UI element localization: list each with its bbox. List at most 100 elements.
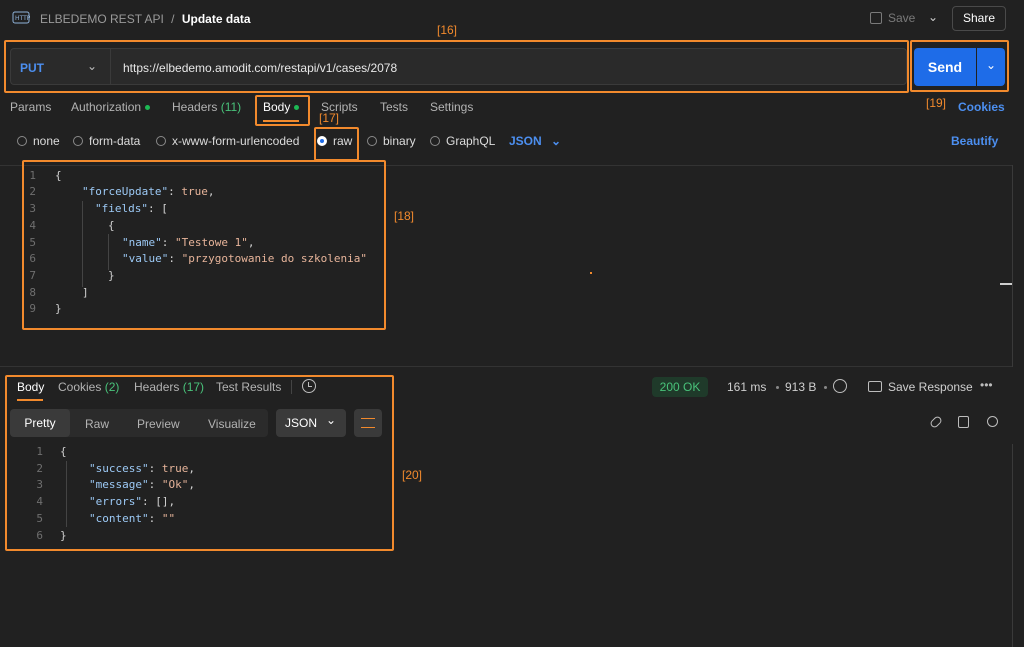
annotation-box-20 bbox=[5, 375, 394, 551]
code-line: "content": "" bbox=[89, 512, 175, 525]
language-select[interactable]: JSON ⌄ bbox=[509, 134, 561, 148]
save-options-chevron-icon[interactable]: ⌄ bbox=[928, 10, 938, 24]
json-value: "Testowe 1" bbox=[175, 236, 248, 249]
tab-settings[interactable]: Settings bbox=[430, 100, 473, 114]
radio-raw[interactable] bbox=[317, 136, 327, 146]
body-type-none[interactable]: none bbox=[33, 134, 60, 148]
radio-urlencoded[interactable] bbox=[156, 136, 166, 146]
status-badge[interactable]: 200 OK bbox=[652, 377, 708, 397]
network-globe-icon[interactable] bbox=[833, 379, 847, 393]
chevron-down-icon: ⌄ bbox=[551, 134, 562, 148]
response-size[interactable]: 913 B bbox=[785, 380, 816, 394]
body-type-graphql[interactable]: GraphQL bbox=[446, 134, 495, 148]
view-visualize[interactable]: Visualize bbox=[208, 417, 256, 431]
json-punct: : bbox=[168, 252, 182, 265]
tab-authorization[interactable]: Authorization bbox=[71, 100, 151, 114]
json-value: "przygotowanie do szkolenia" bbox=[181, 252, 368, 265]
view-preview[interactable]: Preview bbox=[137, 417, 180, 431]
url-input[interactable]: https://elbedemo.amodit.com/restapi/v1/c… bbox=[110, 48, 907, 85]
request-title[interactable]: Update data bbox=[182, 12, 251, 26]
view-pretty[interactable]: Pretty bbox=[10, 409, 70, 437]
response-tab-test-results[interactable]: Test Results bbox=[216, 380, 281, 394]
radio-graphql[interactable] bbox=[430, 136, 440, 146]
tab-tests[interactable]: Tests bbox=[380, 100, 408, 114]
body-type-form-data[interactable]: form-data bbox=[89, 134, 140, 148]
history-icon[interactable] bbox=[302, 379, 316, 393]
tab-headers[interactable]: Headers (11) bbox=[172, 100, 241, 114]
line-number: 1 bbox=[29, 169, 36, 182]
body-type-raw[interactable]: raw bbox=[333, 134, 352, 148]
save-response-button[interactable]: Save Response bbox=[868, 380, 973, 394]
editor-scrollbar[interactable] bbox=[1012, 165, 1013, 367]
response-tab-headers[interactable]: Headers (17) bbox=[134, 380, 204, 394]
search-icon[interactable] bbox=[987, 416, 998, 427]
line-number: 2 bbox=[29, 185, 36, 198]
breadcrumb-collection[interactable]: ELBEDEMO REST API bbox=[40, 12, 164, 26]
response-tab-body[interactable]: Body bbox=[17, 380, 44, 394]
json-value: "Ok" bbox=[161, 478, 189, 491]
tab-params[interactable]: Params bbox=[10, 100, 51, 114]
breadcrumb: ELBEDEMO REST API / Update data bbox=[40, 12, 251, 26]
code-line: "value": "przygotowanie do szkolenia" bbox=[122, 252, 367, 265]
wrap-lines-icon bbox=[361, 418, 375, 428]
response-scrollbar[interactable] bbox=[1012, 444, 1013, 647]
annotation-label-19: [19] bbox=[926, 96, 947, 110]
code-line: } bbox=[55, 302, 62, 315]
view-raw[interactable]: Raw bbox=[85, 417, 109, 431]
response-time[interactable]: 161 ms bbox=[727, 380, 766, 394]
line-number: 9 bbox=[29, 302, 36, 315]
cookies-link[interactable]: Cookies bbox=[958, 100, 1005, 114]
tab-body-label: Body bbox=[263, 100, 291, 114]
line-number: 3 bbox=[29, 202, 36, 215]
more-options-icon[interactable]: ••• bbox=[980, 378, 993, 392]
radio-binary[interactable] bbox=[367, 136, 377, 146]
indent-guide bbox=[82, 201, 83, 287]
indent-guide bbox=[108, 234, 109, 270]
annotation-label-20: [20] bbox=[402, 468, 423, 482]
body-type-binary[interactable]: binary bbox=[383, 134, 416, 148]
save-label: Save bbox=[888, 11, 916, 25]
annotation-label-18: [18] bbox=[394, 209, 415, 223]
share-button[interactable]: Share bbox=[952, 6, 1006, 31]
save-icon bbox=[870, 12, 882, 24]
send-options-button[interactable]: ⌄ bbox=[977, 48, 1005, 86]
cursor-marker bbox=[590, 272, 592, 274]
json-punct: : [], bbox=[141, 495, 176, 508]
send-button[interactable]: Send bbox=[914, 48, 976, 86]
line-number: 6 bbox=[36, 529, 43, 542]
line-number: 1 bbox=[36, 445, 43, 458]
radio-form-data[interactable] bbox=[73, 136, 83, 146]
copy-icon[interactable] bbox=[958, 416, 969, 428]
body-type-urlencoded[interactable]: x-www-form-urlencoded bbox=[172, 134, 299, 148]
line-number: 4 bbox=[29, 219, 36, 232]
headers-count: (11) bbox=[220, 100, 242, 114]
json-value: true bbox=[161, 462, 189, 475]
json-punct: : bbox=[148, 478, 162, 491]
url-text: https://elbedemo.amodit.com/restapi/v1/c… bbox=[123, 61, 398, 75]
json-punct: , bbox=[188, 478, 195, 491]
tab-body[interactable]: Body bbox=[263, 100, 300, 114]
language-label: JSON bbox=[509, 134, 542, 148]
link-icon[interactable] bbox=[928, 414, 944, 430]
active-response-tab-underline bbox=[17, 399, 43, 401]
save-button[interactable]: Save bbox=[870, 11, 915, 25]
radio-none[interactable] bbox=[17, 136, 27, 146]
tab-headers-label: Headers bbox=[172, 100, 218, 114]
json-punct: : bbox=[148, 462, 162, 475]
wrap-lines-button[interactable] bbox=[354, 409, 382, 437]
code-line: ] bbox=[82, 286, 89, 299]
json-key: "value" bbox=[122, 252, 169, 265]
json-key: "success" bbox=[89, 462, 149, 475]
json-punct: , bbox=[207, 185, 215, 198]
method-label: PUT bbox=[20, 61, 44, 75]
line-number: 4 bbox=[36, 495, 43, 508]
method-select[interactable]: PUT ⌄ bbox=[10, 48, 110, 85]
response-tab-cookies[interactable]: Cookies (2) bbox=[58, 380, 119, 394]
response-format-select[interactable]: JSON ⌄ bbox=[276, 409, 346, 437]
json-punct: : bbox=[168, 185, 182, 198]
line-number: 5 bbox=[29, 236, 36, 249]
response-tab-headers-label: Headers bbox=[134, 380, 180, 394]
beautify-button[interactable]: Beautify bbox=[951, 134, 998, 148]
line-number: 3 bbox=[36, 478, 43, 491]
response-headers-count: (17) bbox=[182, 380, 205, 394]
